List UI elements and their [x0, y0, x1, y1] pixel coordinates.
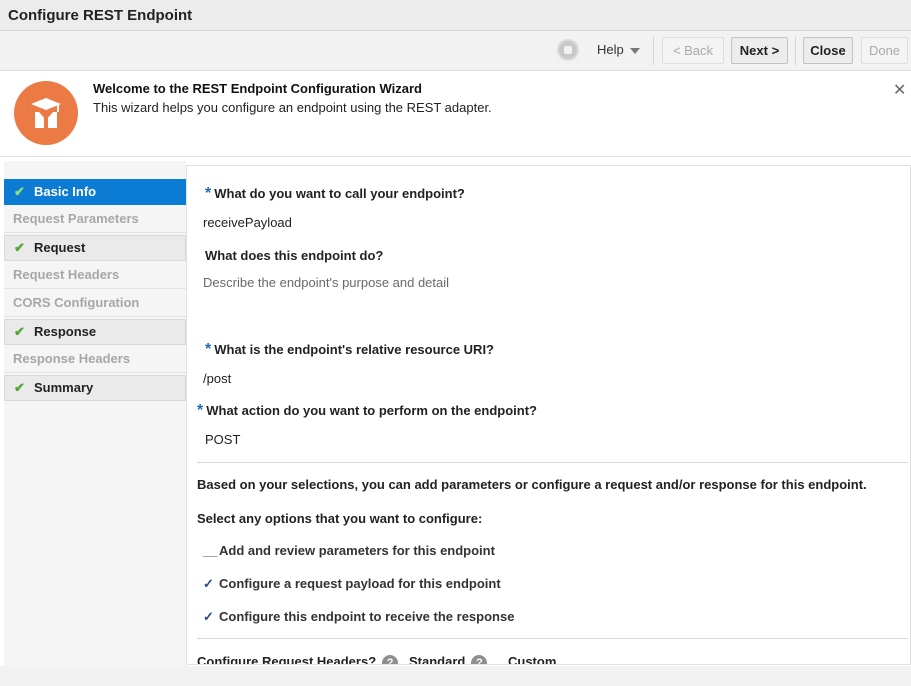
- welcome-title: Welcome to the REST Endpoint Configurati…: [93, 81, 422, 96]
- step-label: Summary: [34, 380, 94, 395]
- step-cors-configuration[interactable]: CORS Configuration: [4, 291, 186, 317]
- action-label: * What action do you want to perform on t…: [197, 402, 537, 419]
- resource-uri-label: * What is the endpoint's relative resourc…: [205, 341, 494, 358]
- select-options-text: Select any options that you want to conf…: [197, 511, 483, 526]
- close-button[interactable]: Close: [803, 37, 853, 64]
- step-label: Response: [34, 324, 97, 339]
- option-request-payload[interactable]: ✓ Configure a request payload for this en…: [203, 576, 501, 592]
- help-question-icon[interactable]: ?: [382, 654, 399, 664]
- welcome-panel: Welcome to the REST Endpoint Configurati…: [0, 71, 911, 157]
- step-response[interactable]: ✔ Response: [4, 319, 186, 345]
- step-label: Basic Info: [34, 184, 97, 199]
- step-summary[interactable]: ✔ Summary: [4, 375, 186, 401]
- chevron-down-icon: [629, 47, 640, 54]
- toolbar: Help < Back Next > Close Done: [0, 31, 911, 71]
- request-headers-question: Configure Request Headers??: [197, 654, 399, 664]
- basic-info-form: * What do you want to call your endpoint?…: [186, 165, 911, 665]
- required-mark: *: [197, 402, 204, 419]
- back-button[interactable]: < Back: [662, 37, 724, 64]
- user-help-icon[interactable]: [557, 39, 579, 61]
- step-label: Request Headers: [13, 267, 120, 282]
- help-menu-label: Help: [597, 42, 624, 57]
- endpoint-description-label: What does this endpoint do?: [205, 248, 384, 263]
- divider: [197, 462, 908, 463]
- step-basic-info[interactable]: ✔ Basic Info: [4, 179, 186, 205]
- window-titlebar: Configure REST Endpoint: [0, 0, 911, 31]
- action-select[interactable]: POST: [205, 432, 240, 447]
- window-title: Configure REST Endpoint: [8, 7, 193, 24]
- checkmark-icon: ✓: [203, 609, 214, 624]
- step-label: CORS Configuration: [13, 295, 140, 310]
- step-label: Request: [34, 240, 86, 255]
- resource-uri-input[interactable]: /post: [203, 371, 231, 386]
- required-mark: *: [205, 185, 212, 202]
- check-icon: ✔: [14, 240, 25, 255]
- footer-bar: [0, 666, 911, 686]
- step-request[interactable]: ✔ Request: [4, 235, 186, 261]
- check-icon: ✔: [14, 184, 25, 199]
- step-request-headers[interactable]: Request Headers: [4, 263, 186, 289]
- checkmark-icon: ✓: [203, 576, 214, 591]
- step-request-parameters[interactable]: Request Parameters: [4, 207, 186, 233]
- endpoint-description-input[interactable]: Describe the endpoint's purpose and deta…: [203, 275, 449, 290]
- checkbox-unchecked-icon: __: [203, 543, 218, 558]
- step-label: Response Headers: [13, 351, 131, 366]
- welcome-description: This wizard helps you configure an endpo…: [93, 100, 492, 115]
- close-icon[interactable]: ✕: [893, 80, 906, 100]
- based-on-selections-text: Based on your selections, you can add pa…: [197, 477, 867, 492]
- toolbar-divider: [795, 37, 796, 65]
- step-response-headers[interactable]: Response Headers: [4, 347, 186, 373]
- standard-headers-option[interactable]: Standard?: [409, 654, 488, 664]
- wizard-logo-icon: [14, 81, 78, 145]
- endpoint-name-label: * What do you want to call your endpoint?: [205, 185, 465, 202]
- divider: [197, 638, 908, 639]
- step-label: Request Parameters: [13, 211, 139, 226]
- required-mark: *: [205, 341, 212, 358]
- help-question-icon[interactable]: ?: [471, 654, 488, 664]
- custom-headers-option[interactable]: Custom: [508, 654, 556, 664]
- help-menu[interactable]: Help: [597, 42, 640, 57]
- endpoint-name-input[interactable]: receivePayload: [203, 215, 292, 230]
- check-icon: ✔: [14, 324, 25, 339]
- next-button[interactable]: Next >: [731, 37, 788, 64]
- toolbar-divider: [653, 37, 654, 65]
- option-receive-response[interactable]: ✓ Configure this endpoint to receive the …: [203, 609, 514, 625]
- option-add-parameters[interactable]: __ Add and review parameters for this end…: [203, 543, 495, 558]
- done-button[interactable]: Done: [861, 37, 908, 64]
- check-icon: ✔: [14, 380, 25, 395]
